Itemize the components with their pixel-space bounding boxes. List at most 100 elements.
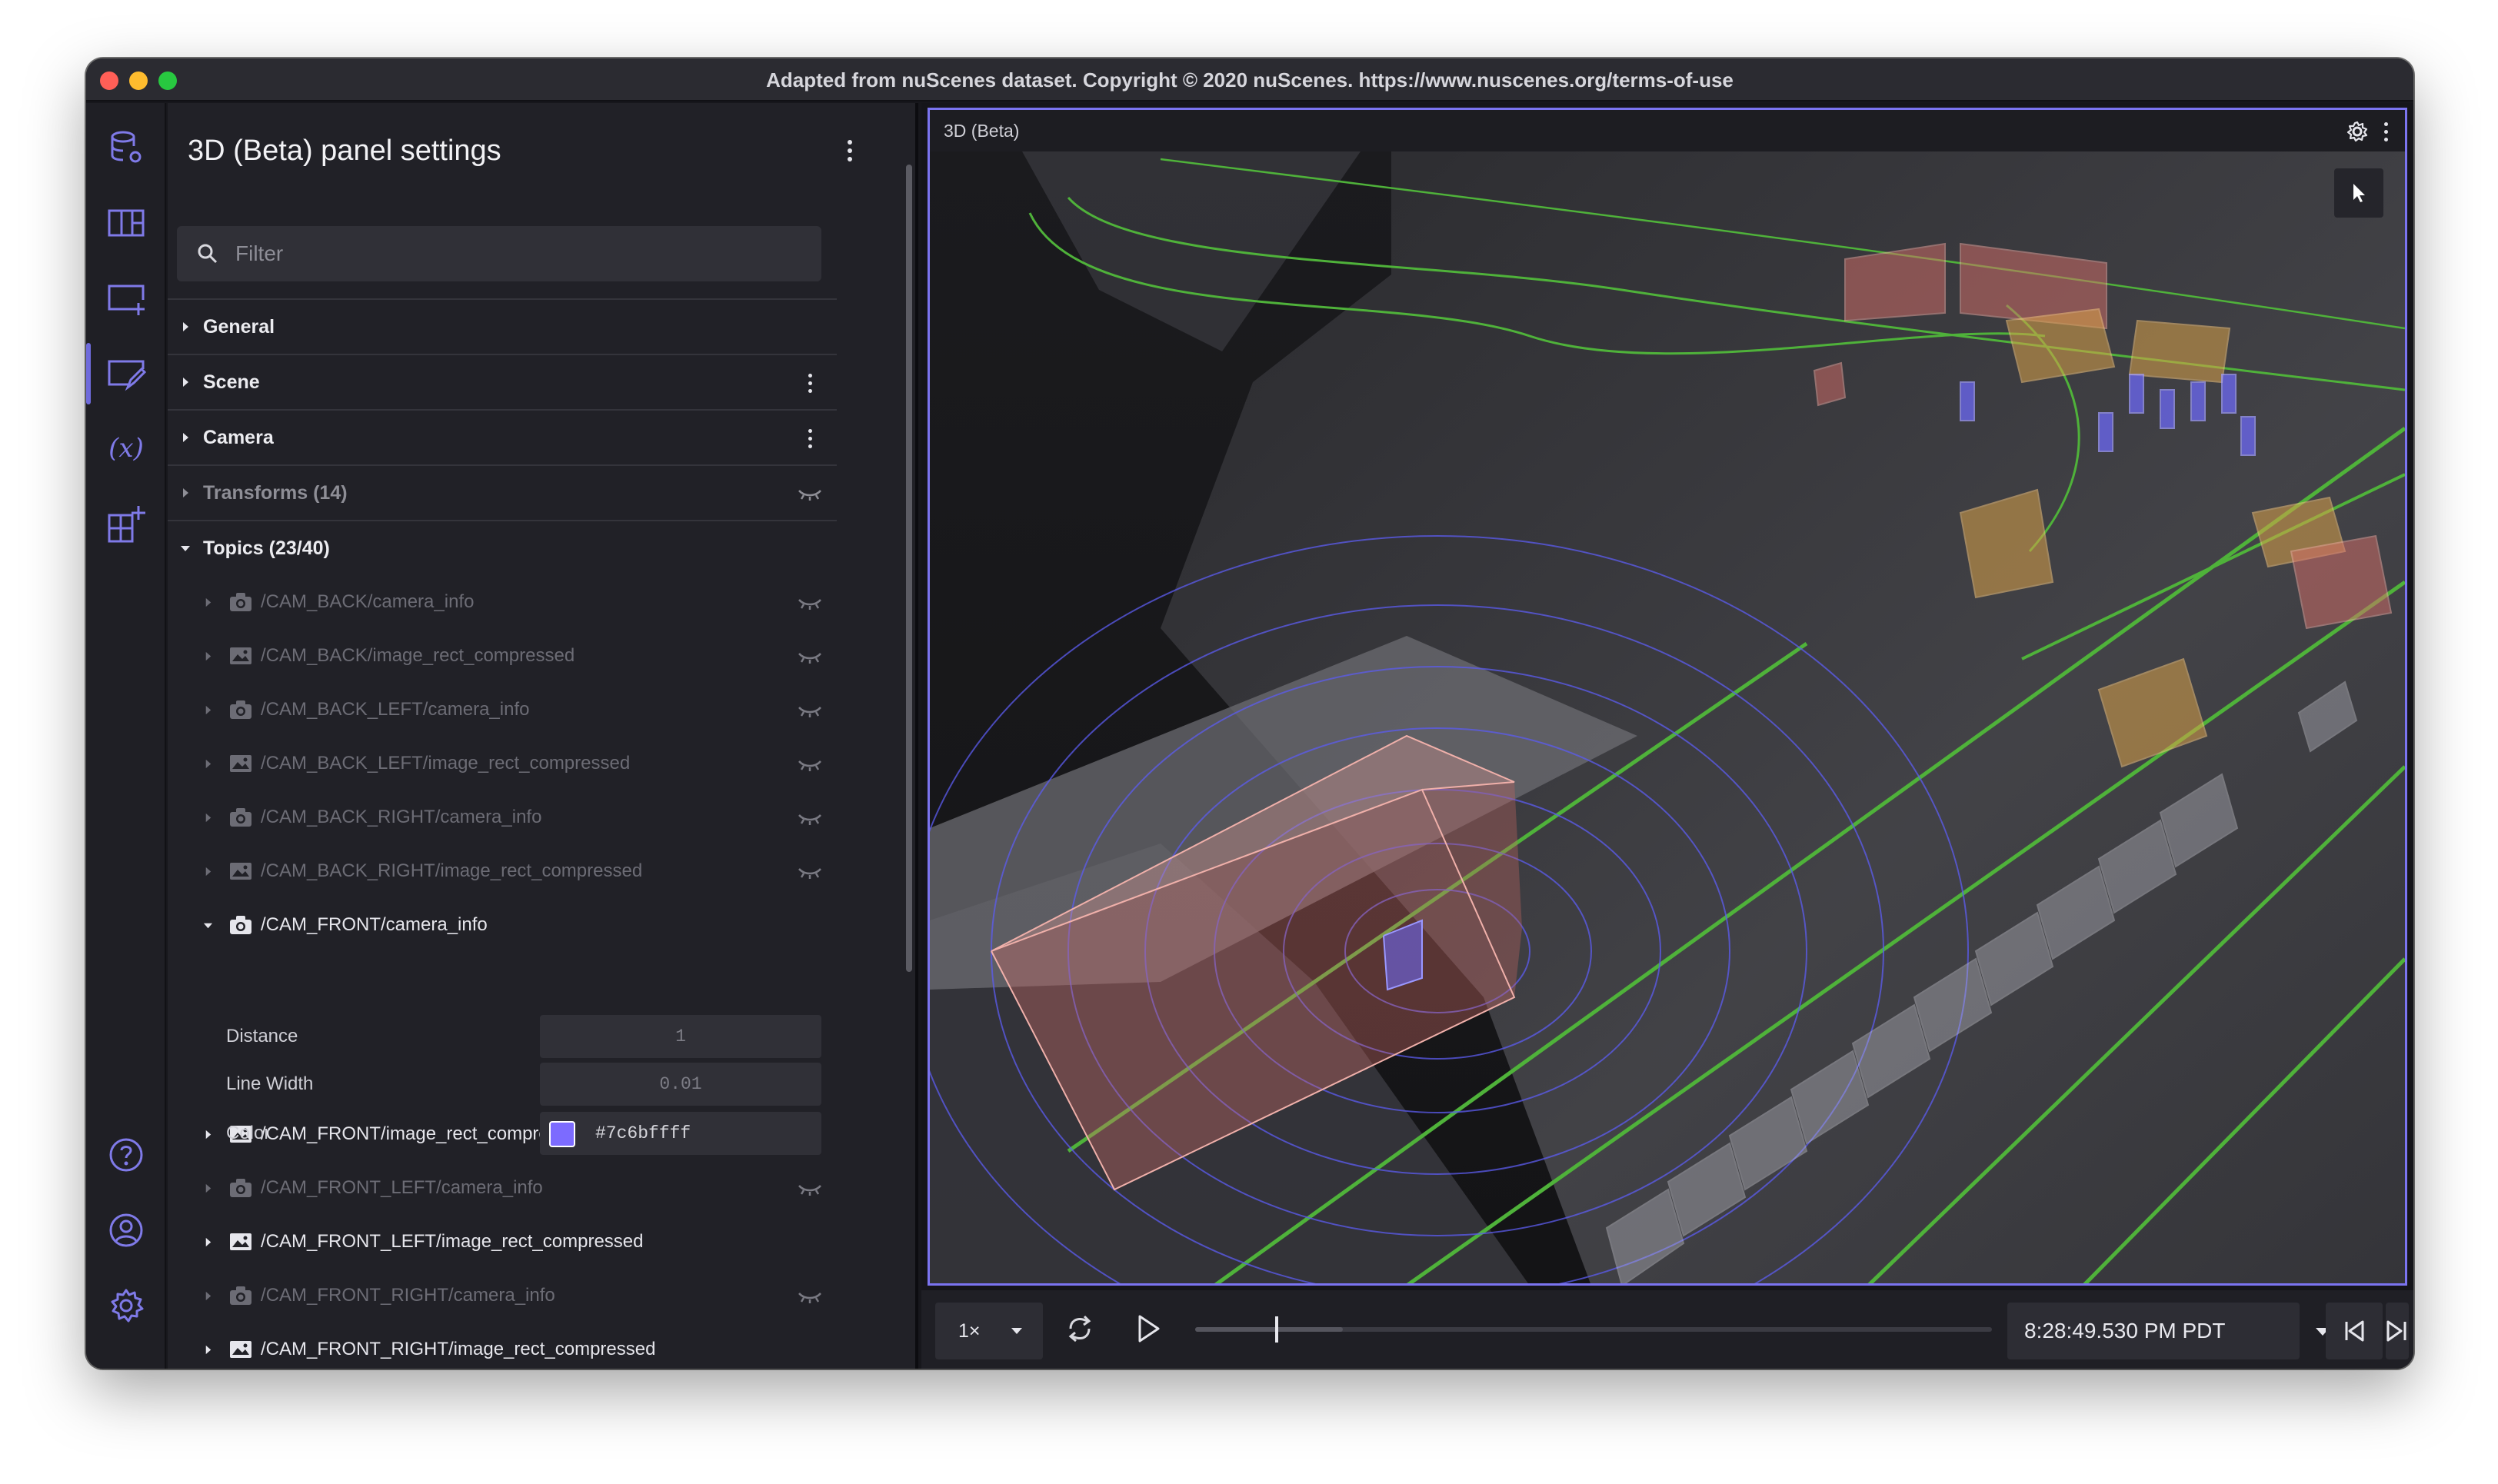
topic-row[interactable]: /CAM_FRONT_LEFT/image_rect_compressed — [168, 1215, 837, 1269]
eye-closed-icon[interactable] — [797, 592, 823, 612]
speed-select[interactable]: 1× — [935, 1303, 1043, 1359]
timeline-scrubber[interactable] — [1195, 1316, 1992, 1343]
scene-viewport[interactable] — [930, 151, 2405, 1286]
chevron-right-icon — [183, 488, 188, 497]
chevron-right-icon — [205, 1183, 211, 1193]
distance-input[interactable]: 1 — [540, 1015, 821, 1058]
section-label: Camera — [203, 426, 274, 448]
section-topics[interactable]: Topics (23/40) — [168, 520, 837, 575]
timeline-handle[interactable] — [1274, 1316, 1278, 1343]
cursor-icon — [2353, 184, 2365, 202]
variables-button[interactable]: (x) — [86, 412, 166, 486]
eye-closed-icon[interactable] — [797, 646, 823, 666]
current-time: 8:28:49.530 PM PDT — [2024, 1319, 2226, 1343]
topic-row[interactable]: /CAM_BACK/camera_info — [168, 575, 837, 629]
skip-back-icon — [2345, 1320, 2364, 1342]
chevron-right-icon — [205, 597, 211, 607]
help-icon — [109, 1138, 143, 1172]
topic-row[interactable]: /CAM_BACK_RIGHT/camera_info — [168, 790, 837, 844]
settings-icon — [111, 1289, 144, 1323]
panel-menu-button[interactable] — [2374, 116, 2397, 147]
topic-row[interactable]: /CAM_FRONT_LEFT/camera_info — [168, 1161, 837, 1215]
image-icon — [230, 1233, 251, 1250]
settings-scrollbar[interactable] — [906, 165, 912, 972]
help-button[interactable] — [86, 1118, 166, 1192]
chevron-down-icon — [1011, 1328, 1022, 1334]
section-label: Scene — [203, 371, 260, 393]
topic-row[interactable]: /CAM_BACK_LEFT/camera_info — [168, 683, 837, 737]
camera-icon — [230, 1179, 251, 1197]
section-camera[interactable]: Camera — [168, 409, 837, 464]
line-width-input[interactable]: 0.01 — [540, 1063, 821, 1106]
filter-input[interactable] — [234, 226, 803, 281]
chevron-right-icon — [205, 867, 211, 876]
search-icon — [198, 244, 218, 264]
data-source-button[interactable] — [86, 111, 166, 185]
chevron-right-icon — [183, 378, 188, 387]
chevron-right-icon — [183, 322, 188, 331]
topic-row[interactable]: /CAM_BACK_RIGHT/image_rect_compressed — [168, 844, 837, 898]
play-icon[interactable] — [1129, 1310, 1166, 1347]
interaction-mode-button[interactable] — [2334, 168, 2383, 218]
eye-closed-icon[interactable] — [797, 807, 823, 827]
topic-row[interactable]: /CAM_FRONT/camera_info — [168, 898, 837, 952]
section-transforms[interactable]: Transforms (14) — [168, 464, 837, 520]
panel-settings-icon — [108, 360, 146, 391]
image-icon — [230, 755, 251, 772]
eye-closed-icon[interactable] — [797, 754, 823, 774]
chevron-right-icon — [205, 1237, 211, 1246]
chevron-right-icon — [205, 759, 211, 768]
distance-label: Distance — [226, 1026, 298, 1046]
title-bar: Adapted from nuScenes dataset. Copyright… — [86, 58, 2413, 101]
seek-backward-button[interactable] — [2326, 1303, 2383, 1359]
camera-icon — [230, 1286, 251, 1305]
topic-label: /CAM_BACK_LEFT/camera_info — [261, 699, 530, 720]
timeline-progress — [1195, 1327, 1343, 1332]
scene-menu-button[interactable] — [798, 368, 821, 398]
chevron-right-icon — [183, 433, 188, 442]
panel-settings-button[interactable] — [86, 337, 166, 411]
topic-label: /CAM_BACK_RIGHT/image_rect_compressed — [261, 860, 643, 881]
camera-icon — [230, 808, 251, 827]
topic-label: /CAM_FRONT_RIGHT/image_rect_compressed — [261, 1339, 656, 1359]
section-label: General — [203, 315, 275, 338]
topic-label: /CAM_FRONT_LEFT/camera_info — [261, 1177, 543, 1198]
layouts-button[interactable] — [86, 186, 166, 260]
color-field: Color #7c6bffff — [168, 1109, 837, 1158]
time-display[interactable]: 8:28:49.530 PM PDT — [2007, 1303, 2300, 1359]
loop-icon[interactable] — [1061, 1310, 1098, 1347]
gear-icon[interactable] — [2346, 121, 2368, 142]
topic-row[interactable]: /CAM_FRONT_RIGHT/image_rect_compressed — [168, 1323, 837, 1369]
filter-box — [177, 226, 821, 281]
add-panel-button[interactable] — [86, 261, 166, 335]
settings-menu-button[interactable] — [838, 135, 861, 166]
topic-row[interactable]: /CAM_FRONT_RIGHT/camera_info — [168, 1269, 837, 1323]
eye-closed-icon[interactable] — [797, 700, 823, 720]
color-swatch[interactable] — [549, 1121, 575, 1147]
topic-label: /CAM_BACK_LEFT/image_rect_compressed — [261, 753, 631, 774]
color-input[interactable]: #7c6bffff — [540, 1112, 821, 1155]
section-scene[interactable]: Scene — [168, 354, 837, 409]
camera-icon — [230, 916, 251, 934]
topic-row[interactable]: /CAM_BACK_LEFT/image_rect_compressed — [168, 737, 837, 790]
extensions-button[interactable] — [86, 487, 166, 561]
eye-closed-icon[interactable] — [797, 483, 823, 503]
image-icon — [230, 1341, 251, 1358]
skip-forward-icon — [2386, 1320, 2406, 1342]
account-button[interactable] — [86, 1193, 166, 1267]
eye-closed-icon[interactable] — [797, 1178, 823, 1198]
variables-icon: (x) — [108, 433, 144, 464]
panel-header: 3D (Beta) — [930, 110, 2405, 151]
seek-forward-button[interactable] — [2386, 1303, 2409, 1359]
topic-label: /CAM_FRONT_LEFT/image_rect_compressed — [261, 1231, 644, 1252]
layout-icon — [108, 209, 145, 237]
app-settings-button[interactable] — [86, 1269, 166, 1343]
topic-row[interactable]: /CAM_BACK/image_rect_compressed — [168, 629, 837, 683]
topic-label: /CAM_FRONT/camera_info — [261, 914, 488, 935]
camera-menu-button[interactable] — [798, 423, 821, 454]
eye-closed-icon[interactable] — [797, 861, 823, 881]
topic-label: /CAM_BACK/image_rect_compressed — [261, 645, 575, 666]
section-general[interactable]: General — [168, 298, 837, 354]
panel-settings-sidebar: 3D (Beta) panel settings General Scene C… — [168, 103, 918, 1369]
eye-closed-icon[interactable] — [797, 1286, 823, 1306]
